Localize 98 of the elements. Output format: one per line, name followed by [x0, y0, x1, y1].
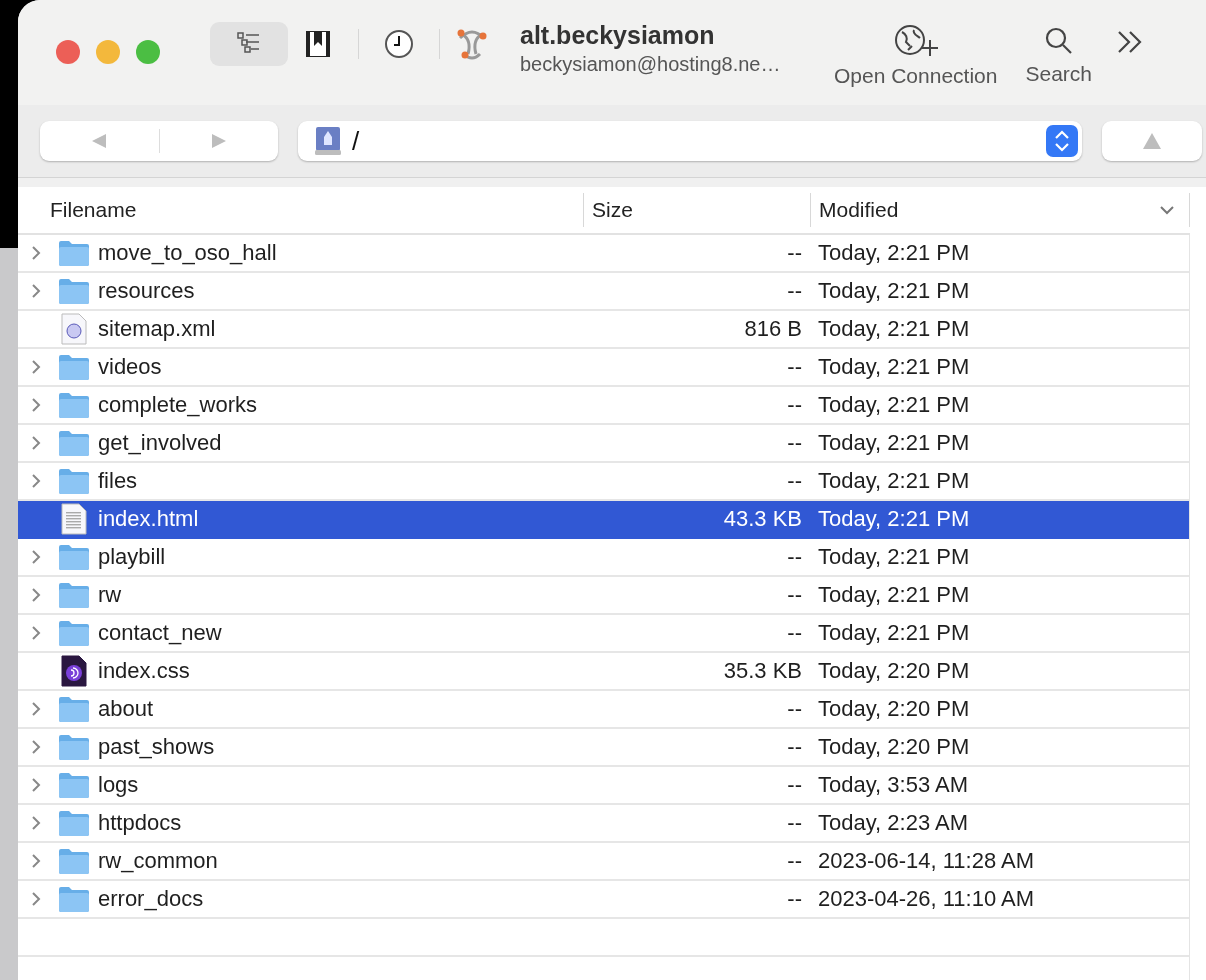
modified-date: Today, 2:21 PM — [817, 544, 971, 570]
file-name: get_involved — [98, 430, 222, 456]
modified-date: 2023-06-14, 11:28 AM — [817, 848, 1036, 874]
file-name: rw_common — [98, 848, 218, 874]
column-header[interactable]: Filename — [18, 193, 583, 227]
file-row[interactable]: index.css 35.3 KB Today, 2:20 PM — [18, 653, 1189, 691]
folder-icon — [58, 467, 90, 495]
folder-icon — [58, 733, 90, 761]
file-row[interactable]: index.html 43.3 KB Today, 2:21 PM — [18, 501, 1189, 539]
up-button[interactable] — [1102, 121, 1202, 161]
file-size: 35.3 KB — [722, 658, 803, 684]
file-row[interactable]: sitemap.xml 816 B Today, 2:21 PM — [18, 311, 1189, 349]
folder-icon — [58, 543, 90, 571]
file-name: logs — [98, 772, 139, 798]
clock-icon — [384, 28, 414, 59]
file-size: -- — [786, 848, 803, 874]
file-name: httpdocs — [98, 810, 182, 836]
modified-date: Today, 2:21 PM — [817, 430, 971, 456]
modified-date: Today, 2:20 PM — [817, 696, 971, 722]
file-size: -- — [786, 278, 803, 304]
file-size: -- — [786, 696, 803, 722]
document-icon — [61, 503, 87, 535]
path-field[interactable]: / — [298, 121, 1082, 161]
file-name: index.html — [98, 506, 199, 532]
right-arrow-icon — [210, 133, 227, 149]
bookmark-icon — [305, 29, 331, 58]
folder-icon — [58, 809, 90, 837]
file-size: -- — [786, 620, 803, 646]
file-name: sitemap.xml — [98, 316, 216, 342]
file-name: complete_works — [98, 392, 257, 418]
modified-date: 2023-04-26, 11:10 AM — [817, 886, 1036, 912]
column-header[interactable]: Modified — [810, 193, 1190, 227]
file-size: -- — [786, 354, 803, 380]
modified-date: Today, 3:53 AM — [817, 772, 969, 798]
file-size: -- — [786, 810, 803, 836]
modified-date: Today, 2:21 PM — [817, 240, 971, 266]
globe-plus-icon — [893, 23, 938, 58]
drive-icon — [314, 126, 342, 156]
file-name: about — [98, 696, 154, 722]
up-arrow-icon — [1142, 132, 1162, 150]
folder-icon — [58, 619, 90, 647]
folder-icon — [58, 847, 90, 875]
file-name: past_shows — [98, 734, 215, 760]
file-size: -- — [786, 734, 803, 760]
stepper-icon[interactable] — [1046, 125, 1078, 157]
file-name: playbill — [98, 544, 166, 570]
file-name: videos — [98, 354, 162, 380]
file-size: -- — [786, 392, 803, 418]
document-icon — [61, 313, 87, 345]
modified-date: Today, 2:21 PM — [817, 316, 971, 342]
modified-date: Today, 2:23 AM — [817, 810, 969, 836]
folder-icon — [58, 695, 90, 723]
modified-date: Today, 2:21 PM — [817, 582, 971, 608]
file-name: index.css — [98, 658, 190, 684]
modified-date: Today, 2:20 PM — [817, 658, 971, 684]
chevron-down-icon — [1159, 205, 1175, 215]
file-name: rw — [98, 582, 122, 608]
column-header[interactable]: Size — [583, 193, 810, 227]
file-size: -- — [786, 886, 803, 912]
connection-address: beckysiamon@hosting8.ne… — [520, 53, 782, 76]
modified-date: Today, 2:21 PM — [817, 620, 971, 646]
folder-icon — [58, 277, 90, 305]
folder-icon — [58, 771, 90, 799]
modified-date: Today, 2:21 PM — [817, 468, 971, 494]
file-size: -- — [786, 468, 803, 494]
modified-date: Today, 2:21 PM — [817, 392, 971, 418]
file-name: files — [98, 468, 138, 494]
file-name: error_docs — [98, 886, 204, 912]
modified-date: Today, 2:21 PM — [817, 354, 971, 380]
file-name: move_to_oso_hall — [98, 240, 277, 266]
left-arrow-icon — [91, 133, 108, 149]
file-size: 816 B — [743, 316, 803, 342]
modified-date: Today, 2:20 PM — [817, 734, 971, 760]
search-button[interactable]: Search — [1011, 25, 1106, 86]
toolbar-toggle-button[interactable] — [210, 21, 288, 66]
search-icon — [1043, 25, 1074, 56]
folder-icon — [58, 429, 90, 457]
file-size: -- — [786, 582, 803, 608]
folder-icon — [58, 885, 90, 913]
folder-icon — [58, 353, 90, 381]
close-button[interactable] — [56, 39, 80, 64]
file-size: 43.3 KB — [722, 506, 803, 532]
document-icon — [61, 655, 87, 687]
file-size: -- — [786, 240, 803, 266]
file-name: resources — [98, 278, 195, 304]
folder-icon — [58, 581, 90, 609]
file-size: -- — [786, 430, 803, 456]
zoom-button[interactable] — [136, 39, 160, 64]
file-size: -- — [786, 772, 803, 798]
toolbar-button[interactable]: Open Connection — [820, 23, 1012, 88]
file-size: -- — [786, 544, 803, 570]
connection-title: alt.beckysiamon — [520, 21, 716, 50]
modified-date: Today, 2:21 PM — [817, 278, 971, 304]
file-name: contact_new — [98, 620, 222, 646]
modified-date: Today, 2:21 PM — [817, 506, 971, 532]
folder-icon — [58, 391, 90, 419]
more-button[interactable] — [1116, 28, 1144, 55]
folder-icon — [58, 239, 90, 267]
